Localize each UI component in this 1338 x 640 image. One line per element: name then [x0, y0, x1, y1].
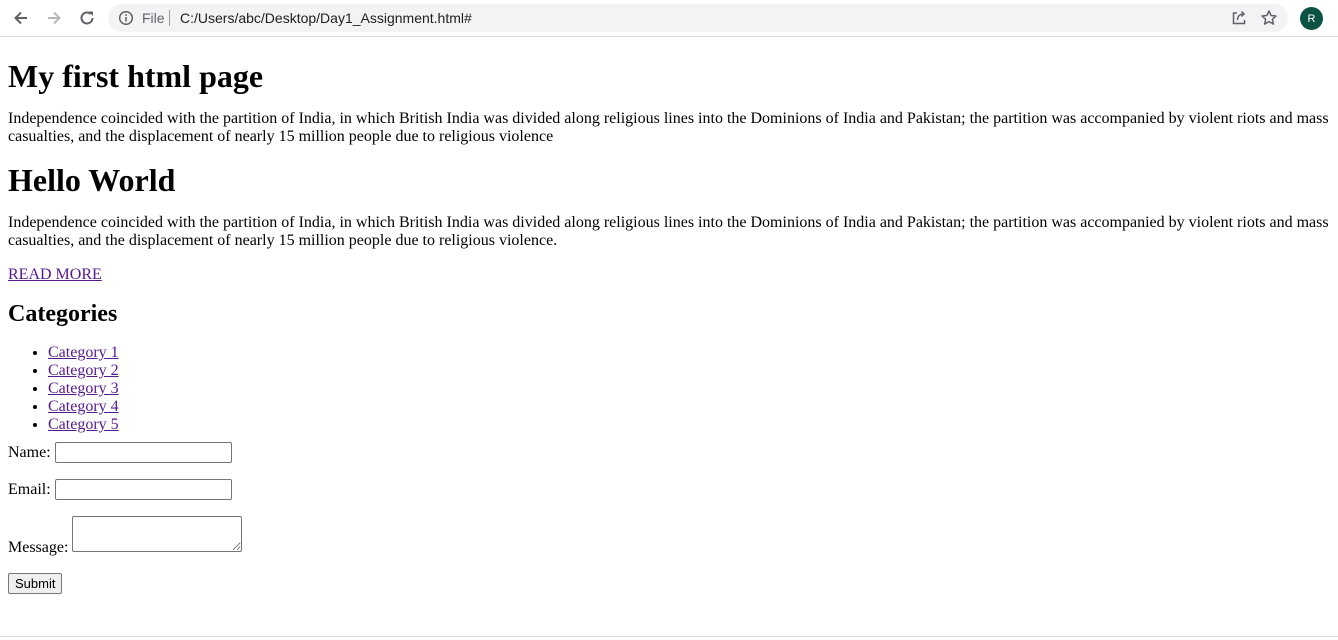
back-arrow-icon — [14, 11, 27, 25]
categories-list: Category 1 Category 2 Category 3 Categor… — [8, 344, 1338, 434]
category-link-1[interactable]: Category 1 — [48, 344, 119, 361]
browser-toolbar: File C:/Users/abc/Desktop/Day1_Assignmen… — [0, 0, 1338, 37]
message-label: Message: — [8, 539, 69, 556]
reload-icon — [80, 11, 94, 25]
message-row: Message: — [8, 516, 1338, 557]
category-link-4[interactable]: Category 4 — [48, 398, 119, 415]
email-row: Email: — [8, 479, 1338, 500]
contact-form: Name: Email: Message: Submit — [8, 442, 1338, 594]
email-label: Email: — [8, 481, 51, 498]
list-item: Category 5 — [48, 416, 1338, 434]
bottom-divider — [0, 636, 1338, 637]
back-button[interactable] — [9, 6, 33, 30]
name-field[interactable] — [54, 442, 232, 463]
message-field[interactable] — [72, 516, 243, 552]
category-link-5[interactable]: Category 5 — [48, 416, 119, 433]
share-icon[interactable] — [1230, 9, 1248, 27]
list-item: Category 3 — [48, 380, 1338, 398]
profile-avatar[interactable]: R — [1300, 7, 1323, 30]
intro-paragraph: Independence coincided with the partitio… — [8, 110, 1329, 145]
address-bar[interactable]: File C:/Users/abc/Desktop/Day1_Assignmen… — [108, 4, 1288, 32]
forward-button[interactable] — [42, 6, 66, 30]
omnibox-divider — [169, 10, 170, 26]
submit-button[interactable]: Submit — [8, 573, 63, 594]
url-text[interactable]: C:/Users/abc/Desktop/Day1_Assignment.htm… — [180, 10, 472, 26]
category-link-3[interactable]: Category 3 — [48, 380, 119, 397]
reload-button[interactable] — [75, 6, 99, 30]
page-content: My first html page Independence coincide… — [8, 37, 1338, 594]
list-item: Category 4 — [48, 398, 1338, 416]
read-more-link[interactable]: READ MORE — [8, 266, 1338, 284]
list-item: Category 1 — [48, 344, 1338, 362]
category-link-2[interactable]: Category 2 — [48, 362, 119, 379]
file-scheme-label: File — [142, 10, 165, 26]
page-heading: My first html page — [8, 58, 264, 94]
categories-heading: Categories — [8, 301, 118, 327]
info-icon[interactable] — [118, 10, 134, 26]
bookmark-star-icon[interactable] — [1260, 9, 1278, 27]
name-row: Name: — [8, 442, 1338, 463]
hello-world-heading: Hello World — [8, 162, 176, 198]
email-field[interactable] — [54, 479, 232, 500]
list-item: Category 2 — [48, 362, 1338, 380]
forward-arrow-icon — [48, 11, 61, 25]
second-paragraph: Independence coincided with the partitio… — [8, 214, 1329, 249]
name-label: Name: — [8, 444, 51, 461]
